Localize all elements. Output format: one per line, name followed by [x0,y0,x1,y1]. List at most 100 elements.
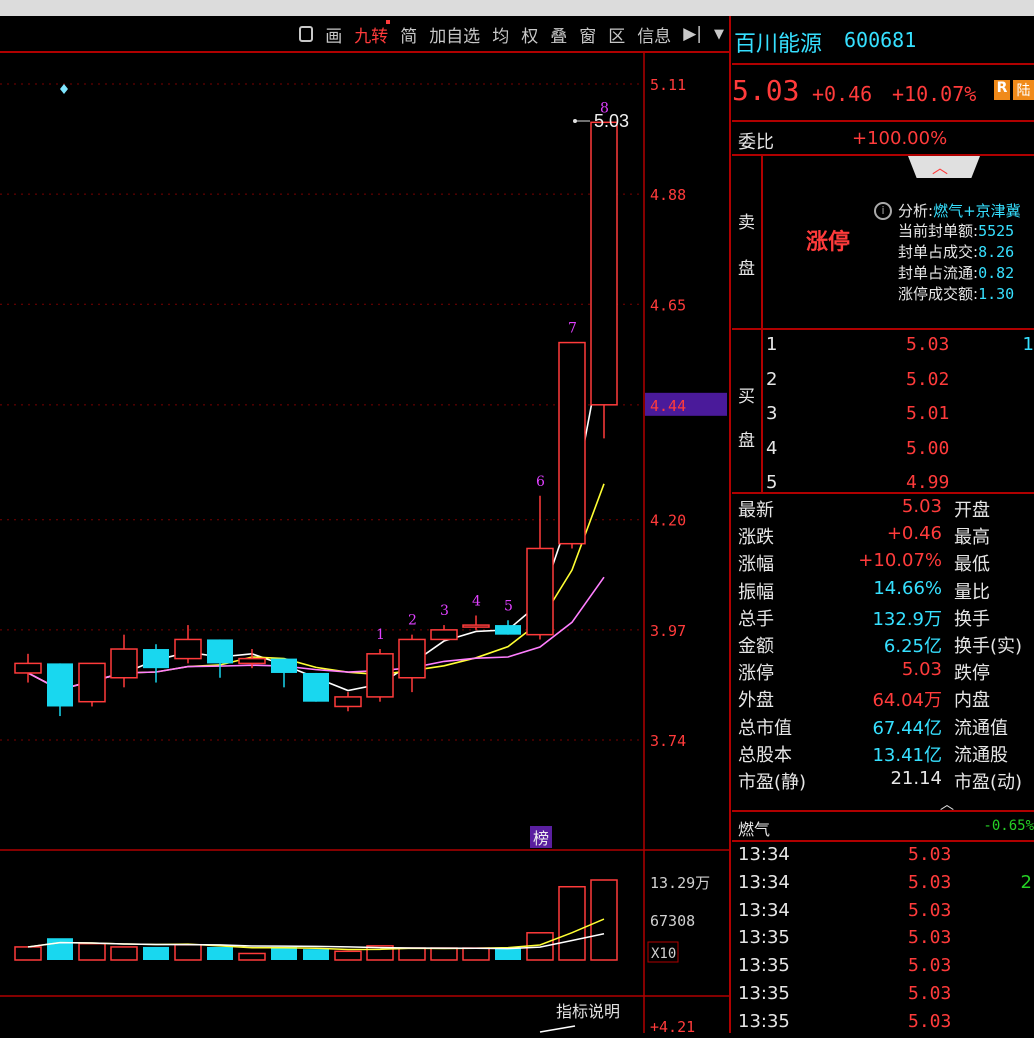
bid-price: 5.01 [906,403,950,424]
stock-code: 600681 [844,28,917,52]
stats-table: 最新 5.03 开盘 涨跌 +0.46 最高 涨幅 +10.07% 最低 振幅 14.… [732,496,1034,796]
stat-label: 振幅 [738,581,774,603]
candle-body [526,547,554,636]
stat-row: 外盘 64.04万 内盘 [732,686,1034,713]
divider [732,154,1034,156]
window-top-strip [0,0,1034,16]
volume-bar [271,946,297,960]
buy-label-2: 盘 [738,431,755,451]
divider [761,330,763,492]
tick-row: 13:34 5.03 [732,900,1034,927]
collapse-right-icon[interactable]: ▶| [677,24,708,44]
tick-price: 5.03 [908,844,952,865]
toolbar-overlay[interactable]: 叠 [544,22,573,47]
price-change: +0.46 [812,82,873,106]
bid-price: 5.00 [906,437,950,459]
volume-bar [78,942,106,961]
price-change-pct: +10.07% [892,82,977,106]
divider [732,120,1034,122]
bid-level: 4 [766,437,778,459]
volume-bar [495,948,521,960]
bid-row[interactable]: 1 5.03 1 [766,334,1034,361]
bid-level: 5 [766,472,778,493]
tick-row: 13:35 5.03 [732,955,1034,982]
candle-body [143,649,169,669]
price-tick: 3.74 [650,732,686,750]
bid-row[interactable]: 5 4.99 [766,472,1034,499]
volume-bar [14,946,42,961]
indicator-help-link[interactable]: 指标说明 [556,1002,620,1021]
stat-value: 67.44亿 [872,717,942,739]
stat-label-2: 量比 [954,581,990,603]
indicator-tick: +4.21 [650,1018,695,1033]
stat-row: 振幅 14.66% 量比 [732,578,1034,605]
stat-value: 14.66% [873,577,942,599]
volume-bar [558,885,586,961]
stat-label-2: 换手 [954,608,990,630]
r-badge: R [994,80,1010,100]
chevron-down-icon[interactable]: ▼ [708,27,730,42]
stat-row: 总市值 67.44亿 流通值 [732,714,1034,741]
volume-tick-mid: 67308 [650,912,695,930]
toolbar-range[interactable]: 区 [602,22,631,47]
tick-time: 13:35 [738,955,790,977]
info-icon[interactable]: i [874,202,892,220]
toolbar-info[interactable]: 信息 [631,22,677,47]
toolbar-window[interactable]: 窗 [573,22,602,47]
stat-row: 市盈(静) 21.14 市盈(动) [732,768,1034,795]
toolbar-rights[interactable]: 权 [515,22,544,47]
stat-label: 涨跌 [738,527,774,549]
stat-value: 6.25亿 [883,636,942,657]
chart-toolbar: 画 九转 简 加自选 均 权 叠 窗 区 信息 ▶| ▼ [0,16,730,52]
candle-body [238,657,266,665]
tick-time: 13:35 [738,927,790,949]
bid-row[interactable]: 3 5.01 [766,403,1034,430]
bid-price: 5.03 [906,334,950,355]
stat-value: 132.9万 [872,608,942,630]
candle-body [207,639,233,664]
bid-row[interactable]: 2 5.02 [766,369,1034,396]
weibi-label: 委比 [738,132,774,153]
tick-row: 13:35 5.03 [732,927,1034,954]
toolbar-draw[interactable]: 画 [319,22,348,47]
stat-value: 21.14 [890,768,942,789]
bid-level: 3 [766,403,778,424]
buy-label: 买 [738,387,755,407]
lock-icon[interactable] [293,24,319,44]
volume-bar [590,879,618,961]
kline-chart[interactable]: 5.114.884.654.444.203.973.74 1234 5678 5.… [0,52,730,1033]
stat-label: 涨幅 [738,554,774,576]
stat-value: +0.46 [886,523,942,545]
volume-bar [207,946,233,960]
stat-row: 涨停 5.03 跌停 [732,659,1034,686]
candle-body [398,638,426,679]
chevron-up-icon[interactable]: ︿ [932,154,948,178]
bid-price: 4.99 [906,472,950,493]
volume-bar [174,944,202,961]
toolbar-simple[interactable]: 简 [394,22,423,47]
candle-body [590,121,618,406]
divider [732,840,1034,842]
stat-row: 涨跌 +0.46 最高 [732,523,1034,550]
stat-label: 总市值 [738,717,792,739]
bid-price: 5.02 [906,368,950,390]
bid-level: 1 [766,334,778,355]
toolbar-nine-turn[interactable]: 九转 [348,19,394,47]
ma5-line [27,337,605,692]
candle-body [271,658,297,673]
stat-label: 市盈(静) [738,772,807,793]
candle-body [430,629,458,641]
diamond-marker [60,84,68,94]
stat-row: 最新 5.03 开盘 [732,496,1034,523]
last-price-dot [573,119,577,123]
sector-name[interactable]: 燃气 [738,816,770,840]
toolbar-add-favorite[interactable]: 加自选 [423,22,486,47]
price-tick: 4.20 [650,512,686,530]
bid-volume: 1 [1022,334,1034,355]
stat-label: 总手 [738,608,774,630]
stat-row: 涨幅 +10.07% 最低 [732,550,1034,577]
bid-row[interactable]: 4 5.00 [766,438,1034,465]
stat-label: 金额 [738,636,774,657]
price-tick: 4.88 [650,186,686,204]
toolbar-ma[interactable]: 均 [486,22,515,47]
